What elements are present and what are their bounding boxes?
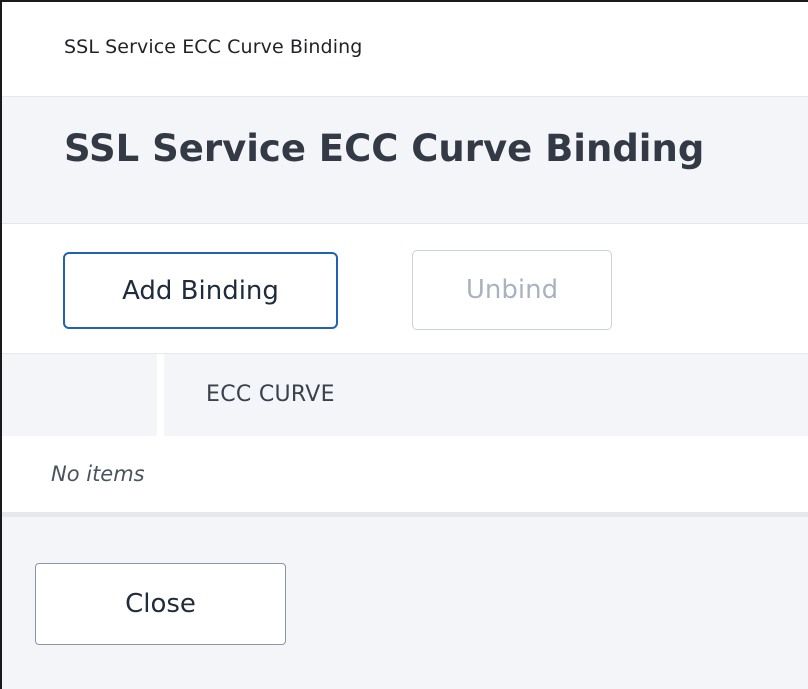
page-header: SSL Service ECC Curve Binding xyxy=(2,97,808,224)
page-title: SSL Service ECC Curve Binding xyxy=(64,127,705,170)
column-divider[interactable] xyxy=(157,354,164,437)
toolbar: Add Binding Unbind xyxy=(2,224,808,352)
window-title: SSL Service ECC Curve Binding xyxy=(64,36,363,58)
table-empty-row: No items xyxy=(2,436,808,512)
dialog-footer: Close xyxy=(2,512,808,689)
add-binding-button[interactable]: Add Binding xyxy=(63,252,338,329)
dialog-window: SSL Service ECC Curve Binding SSL Servic… xyxy=(0,0,808,689)
unbind-button[interactable]: Unbind xyxy=(412,250,612,330)
empty-state-text: No items xyxy=(51,462,145,486)
window-title-bar: SSL Service ECC Curve Binding xyxy=(2,2,808,97)
column-header-ecc-curve[interactable]: ECC CURVE xyxy=(206,382,335,407)
table-header: ECC CURVE xyxy=(2,353,808,437)
close-button[interactable]: Close xyxy=(35,563,286,645)
select-column-header[interactable] xyxy=(2,354,157,437)
